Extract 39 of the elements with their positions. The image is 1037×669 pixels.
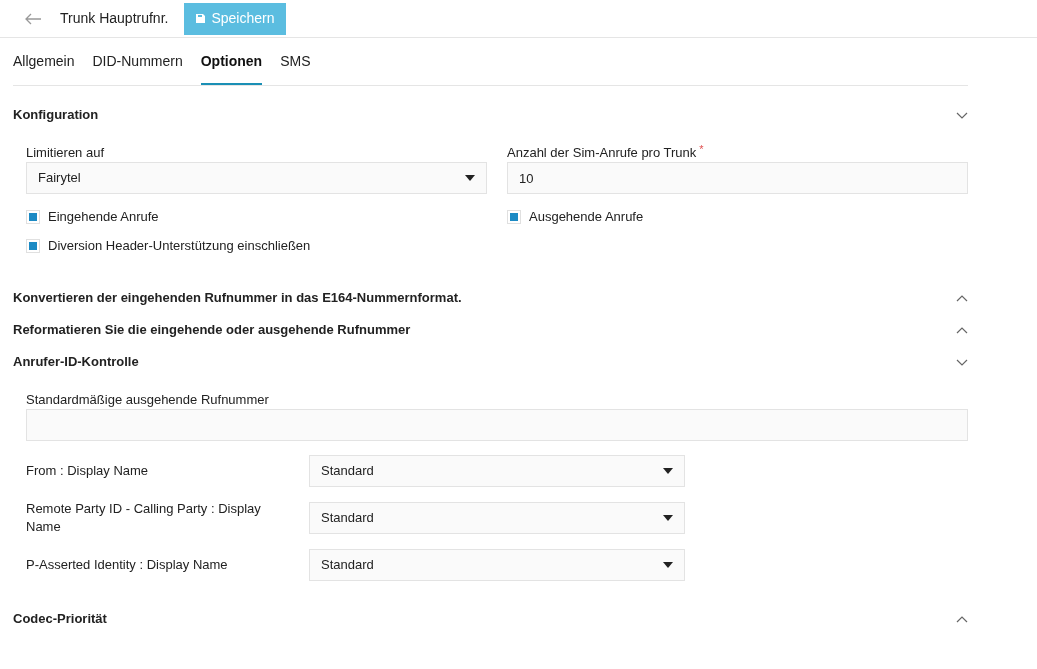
caret-down-icon [663,562,673,568]
section-header[interactable]: Reformatieren Sie die eingehende oder ausgehende Rufnummer [13,314,968,346]
back-arrow-icon[interactable] [24,12,42,25]
checkbox-label: Ausgehende Anrufe [529,207,644,226]
chevron-up-icon[interactable] [956,326,968,334]
required-mark: * [699,143,704,155]
checkbox[interactable] [507,209,521,224]
section-header[interactable]: Konfiguration [13,99,968,131]
tab[interactable]: Allgemein [13,50,75,85]
chevron-down-icon[interactable] [956,358,968,366]
chevron-up-icon[interactable] [956,615,968,623]
section-header[interactable]: Anrufer-ID-Kontrolle [13,346,968,378]
chevron-down-icon[interactable] [956,111,968,119]
tab[interactable]: Optionen [200,50,263,85]
dropdown[interactable]: Fairytel [26,162,487,194]
field-label: P-Asserted Identity : Display Name [26,556,229,574]
caret-down-icon [663,468,673,474]
checkbox[interactable] [26,209,40,224]
chevron-up-icon[interactable] [956,294,968,302]
field-label: Limitieren auf [26,144,105,159]
tab[interactable]: DID-Nummern [92,50,183,85]
caret-down-icon [465,175,475,181]
field-label: Anzahl der Sim-Anrufe pro Trunk [507,144,697,159]
checkbox-label: Diversion Header-Unterstützung einschließen [48,236,311,255]
checkbox-label: Eingehende Anrufe [48,207,159,226]
dropdown[interactable]: Standard [309,455,685,487]
section-header[interactable]: Konvertieren der eingehenden Rufnummer in das E164-Nummernformat. [13,282,968,314]
section-header[interactable]: Codec-Priorität [13,603,968,635]
input-field[interactable]: 10 [507,162,968,194]
field-label: Remote Party ID - Calling Party : Display Name [26,500,262,536]
field-label: Standardmäßige ausgehende Rufnummer [26,391,269,406]
checkbox[interactable] [26,238,40,253]
dropdown[interactable]: Standard [309,549,685,581]
field-label: From : Display Name [26,462,150,480]
input-field[interactable] [26,409,968,441]
page-title: Trunk Hauptrufnr. [60,9,169,28]
caret-down-icon [663,515,673,521]
dropdown[interactable]: Standard [309,502,685,534]
tab[interactable]: SMS [280,50,311,85]
